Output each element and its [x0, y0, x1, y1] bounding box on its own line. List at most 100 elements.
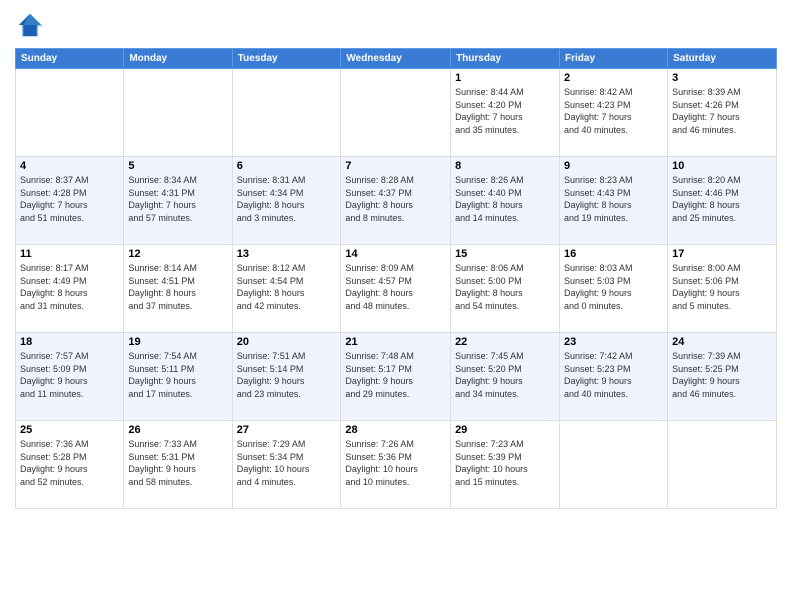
- calendar-week: 18 Sunrise: 7:57 AM Sunset: 5:09 PM Dayli…: [16, 333, 777, 421]
- day-info: Sunrise: 8:39 AM Sunset: 4:26 PM Dayligh…: [672, 86, 772, 136]
- calendar-week: 1 Sunrise: 8:44 AM Sunset: 4:20 PM Daylig…: [16, 69, 777, 157]
- calendar-cell: 25 Sunrise: 7:36 AM Sunset: 5:28 PM Dayli…: [16, 421, 124, 509]
- day-number: 12: [128, 248, 227, 260]
- calendar-body: 1 Sunrise: 8:44 AM Sunset: 4:20 PM Daylig…: [16, 69, 777, 509]
- day-info: Sunrise: 8:28 AM Sunset: 4:37 PM Dayligh…: [345, 174, 446, 224]
- calendar-cell: 22Sunrise: 7:45 AM Sunset: 5:20 PM Dayli…: [451, 333, 560, 421]
- calendar-cell: 17 Sunrise: 8:00 AM Sunset: 5:06 PM Dayli…: [668, 245, 777, 333]
- logo: [15, 10, 49, 40]
- day-number: 18: [20, 336, 119, 348]
- day-info: Sunrise: 7:29 AM Sunset: 5:34 PM Dayligh…: [237, 438, 337, 488]
- day-info: Sunrise: 8:31 AM Sunset: 4:34 PM Dayligh…: [237, 174, 337, 224]
- day-info: Sunrise: 8:42 AM Sunset: 4:23 PM Dayligh…: [564, 86, 663, 136]
- day-info: Sunrise: 8:23 AM Sunset: 4:43 PM Dayligh…: [564, 174, 663, 224]
- calendar-cell: [560, 421, 668, 509]
- calendar-week: 4 Sunrise: 8:37 AM Sunset: 4:28 PM Daylig…: [16, 157, 777, 245]
- weekday-row: SundayMondayTuesdayWednesdayThursdayFrid…: [16, 49, 777, 69]
- weekday-header: Tuesday: [232, 49, 341, 69]
- day-number: 25: [20, 424, 119, 436]
- day-info: Sunrise: 7:42 AM Sunset: 5:23 PM Dayligh…: [564, 350, 663, 400]
- day-info: Sunrise: 8:03 AM Sunset: 5:03 PM Dayligh…: [564, 262, 663, 312]
- day-info: Sunrise: 8:17 AM Sunset: 4:49 PM Dayligh…: [20, 262, 119, 312]
- calendar-cell: 3 Sunrise: 8:39 AM Sunset: 4:26 PM Daylig…: [668, 69, 777, 157]
- calendar-cell: [668, 421, 777, 509]
- calendar-cell: 5 Sunrise: 8:34 AM Sunset: 4:31 PM Daylig…: [124, 157, 232, 245]
- calendar-cell: 19 Sunrise: 7:54 AM Sunset: 5:11 PM Dayli…: [124, 333, 232, 421]
- day-number: 20: [237, 336, 337, 348]
- day-number: 28: [345, 424, 446, 436]
- day-info: Sunrise: 8:06 AM Sunset: 5:00 PM Dayligh…: [455, 262, 555, 312]
- weekday-header: Thursday: [451, 49, 560, 69]
- day-number: 19: [128, 336, 227, 348]
- day-number: 11: [20, 248, 119, 260]
- day-info: Sunrise: 7:57 AM Sunset: 5:09 PM Dayligh…: [20, 350, 119, 400]
- day-number: 27: [237, 424, 337, 436]
- logo-icon: [15, 10, 45, 40]
- calendar-cell: [16, 69, 124, 157]
- calendar-cell: 15Sunrise: 8:06 AM Sunset: 5:00 PM Dayli…: [451, 245, 560, 333]
- calendar: SundayMondayTuesdayWednesdayThursdayFrid…: [15, 48, 777, 509]
- calendar-cell: [341, 69, 451, 157]
- day-info: Sunrise: 7:23 AM Sunset: 5:39 PM Dayligh…: [455, 438, 555, 488]
- calendar-cell: 8Sunrise: 8:26 AM Sunset: 4:40 PM Daylig…: [451, 157, 560, 245]
- calendar-cell: 18 Sunrise: 7:57 AM Sunset: 5:09 PM Dayli…: [16, 333, 124, 421]
- day-info: Sunrise: 8:14 AM Sunset: 4:51 PM Dayligh…: [128, 262, 227, 312]
- calendar-cell: 6 Sunrise: 8:31 AM Sunset: 4:34 PM Daylig…: [232, 157, 341, 245]
- calendar-cell: 7 Sunrise: 8:28 AM Sunset: 4:37 PM Daylig…: [341, 157, 451, 245]
- calendar-cell: 11 Sunrise: 8:17 AM Sunset: 4:49 PM Dayli…: [16, 245, 124, 333]
- day-info: Sunrise: 8:09 AM Sunset: 4:57 PM Dayligh…: [345, 262, 446, 312]
- day-info: Sunrise: 7:26 AM Sunset: 5:36 PM Dayligh…: [345, 438, 446, 488]
- calendar-header: SundayMondayTuesdayWednesdayThursdayFrid…: [16, 49, 777, 69]
- day-info: Sunrise: 8:20 AM Sunset: 4:46 PM Dayligh…: [672, 174, 772, 224]
- page-header: [15, 10, 777, 40]
- day-number: 21: [345, 336, 446, 348]
- day-number: 29: [455, 424, 555, 436]
- calendar-cell: 10 Sunrise: 8:20 AM Sunset: 4:46 PM Dayli…: [668, 157, 777, 245]
- day-number: 10: [672, 160, 772, 172]
- day-number: 9: [564, 160, 663, 172]
- calendar-cell: 13 Sunrise: 8:12 AM Sunset: 4:54 PM Dayli…: [232, 245, 341, 333]
- weekday-header: Saturday: [668, 49, 777, 69]
- day-info: Sunrise: 8:44 AM Sunset: 4:20 PM Dayligh…: [455, 86, 555, 136]
- day-info: Sunrise: 7:45 AM Sunset: 5:20 PM Dayligh…: [455, 350, 555, 400]
- day-info: Sunrise: 7:39 AM Sunset: 5:25 PM Dayligh…: [672, 350, 772, 400]
- calendar-cell: 27 Sunrise: 7:29 AM Sunset: 5:34 PM Dayli…: [232, 421, 341, 509]
- weekday-header: Monday: [124, 49, 232, 69]
- calendar-cell: 14Sunrise: 8:09 AM Sunset: 4:57 PM Dayli…: [341, 245, 451, 333]
- day-number: 17: [672, 248, 772, 260]
- day-number: 13: [237, 248, 337, 260]
- calendar-cell: 28 Sunrise: 7:26 AM Sunset: 5:36 PM Dayli…: [341, 421, 451, 509]
- calendar-cell: 2Sunrise: 8:42 AM Sunset: 4:23 PM Daylig…: [560, 69, 668, 157]
- calendar-cell: 12 Sunrise: 8:14 AM Sunset: 4:51 PM Dayli…: [124, 245, 232, 333]
- weekday-header: Friday: [560, 49, 668, 69]
- day-number: 24: [672, 336, 772, 348]
- calendar-cell: 21 Sunrise: 7:48 AM Sunset: 5:17 PM Dayli…: [341, 333, 451, 421]
- calendar-cell: 16 Sunrise: 8:03 AM Sunset: 5:03 PM Dayli…: [560, 245, 668, 333]
- calendar-cell: 26 Sunrise: 7:33 AM Sunset: 5:31 PM Dayli…: [124, 421, 232, 509]
- day-info: Sunrise: 8:12 AM Sunset: 4:54 PM Dayligh…: [237, 262, 337, 312]
- day-number: 6: [237, 160, 337, 172]
- calendar-cell: 29 Sunrise: 7:23 AM Sunset: 5:39 PM Dayli…: [451, 421, 560, 509]
- day-info: Sunrise: 7:48 AM Sunset: 5:17 PM Dayligh…: [345, 350, 446, 400]
- calendar-week: 25 Sunrise: 7:36 AM Sunset: 5:28 PM Dayli…: [16, 421, 777, 509]
- day-info: Sunrise: 8:00 AM Sunset: 5:06 PM Dayligh…: [672, 262, 772, 312]
- day-number: 7: [345, 160, 446, 172]
- day-number: 1: [455, 72, 555, 84]
- calendar-cell: 4 Sunrise: 8:37 AM Sunset: 4:28 PM Daylig…: [16, 157, 124, 245]
- calendar-cell: 20Sunrise: 7:51 AM Sunset: 5:14 PM Dayli…: [232, 333, 341, 421]
- calendar-week: 11 Sunrise: 8:17 AM Sunset: 4:49 PM Dayli…: [16, 245, 777, 333]
- calendar-cell: 1 Sunrise: 8:44 AM Sunset: 4:20 PM Daylig…: [451, 69, 560, 157]
- day-info: Sunrise: 8:34 AM Sunset: 4:31 PM Dayligh…: [128, 174, 227, 224]
- day-number: 26: [128, 424, 227, 436]
- day-number: 5: [128, 160, 227, 172]
- day-info: Sunrise: 7:54 AM Sunset: 5:11 PM Dayligh…: [128, 350, 227, 400]
- day-number: 3: [672, 72, 772, 84]
- day-number: 16: [564, 248, 663, 260]
- day-number: 4: [20, 160, 119, 172]
- calendar-cell: [232, 69, 341, 157]
- day-info: Sunrise: 7:36 AM Sunset: 5:28 PM Dayligh…: [20, 438, 119, 488]
- day-info: Sunrise: 8:37 AM Sunset: 4:28 PM Dayligh…: [20, 174, 119, 224]
- day-number: 23: [564, 336, 663, 348]
- weekday-header: Wednesday: [341, 49, 451, 69]
- day-info: Sunrise: 7:33 AM Sunset: 5:31 PM Dayligh…: [128, 438, 227, 488]
